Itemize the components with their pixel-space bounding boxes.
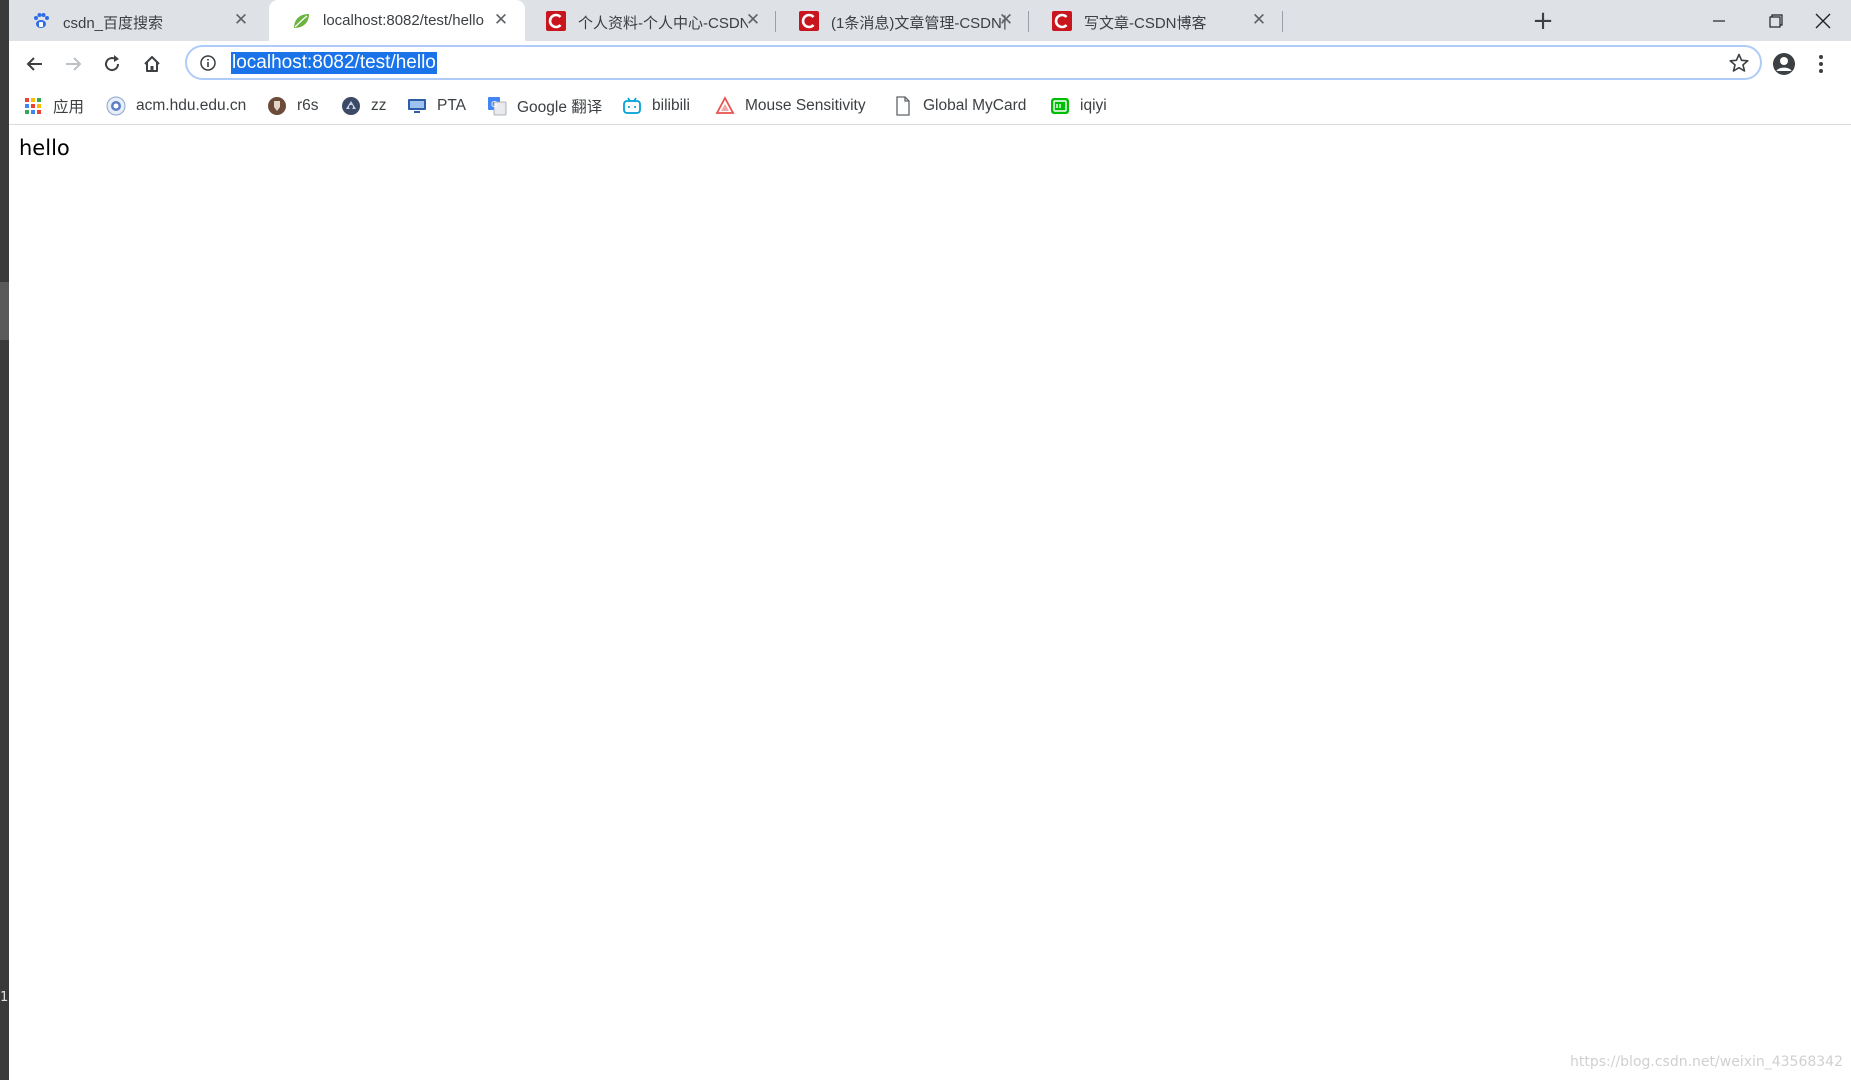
- tab-csdn-articles[interactable]: (1条消息)文章管理-CSDN博客 ✕: [777, 0, 1030, 41]
- bookmark-label: Global MyCard: [923, 97, 1027, 114]
- tab-title: csdn_百度搜索: [63, 15, 164, 32]
- bookmark-acm-hdu[interactable]: acm.hdu.edu.cn: [106, 94, 246, 118]
- bookmark-label: bilibili: [652, 97, 690, 114]
- apps-grid-icon: [23, 96, 43, 116]
- bookmark-global-mycard[interactable]: Global MyCard: [893, 94, 1026, 118]
- tab-separator: [1028, 11, 1029, 32]
- tab-close-icon[interactable]: ✕: [1249, 10, 1269, 30]
- bookmark-label: Google 翻译: [517, 99, 603, 116]
- bookmark-zz[interactable]: zz: [341, 94, 387, 118]
- site-info-icon[interactable]: [199, 54, 217, 72]
- left-edge-scroll-thumb: [0, 282, 9, 340]
- bookmark-label: 应用: [53, 99, 85, 116]
- tab-close-icon[interactable]: ✕: [996, 10, 1016, 30]
- menu-dots-icon[interactable]: [1815, 52, 1827, 76]
- csdn-c-icon: [1052, 11, 1072, 31]
- page-body-text: hello: [19, 136, 70, 160]
- tab-title: (1条消息)文章管理-CSDN博客: [831, 15, 1006, 32]
- mouse-sensitivity-icon: [715, 96, 735, 116]
- profile-avatar-icon[interactable]: [1772, 52, 1796, 76]
- tab-csdn-profile[interactable]: 个人资料-个人中心-CSDN ✕: [524, 0, 777, 41]
- bookmark-label: r6s: [297, 97, 319, 114]
- tab-close-icon[interactable]: ✕: [491, 10, 511, 30]
- bookmark-star-icon[interactable]: [1728, 52, 1750, 74]
- page-content: hello https://blog.csdn.net/weixin_43568…: [9, 126, 1851, 1080]
- csdn-c-icon: [799, 11, 819, 31]
- bookmark-mouse-sensitivity[interactable]: Mouse Sensitivity: [715, 94, 866, 118]
- bookmark-apps[interactable]: 应用: [23, 94, 84, 118]
- page-icon: [893, 96, 913, 116]
- bookmark-label: acm.hdu.edu.cn: [136, 97, 247, 114]
- zz-globe-icon: [341, 96, 361, 116]
- minimize-window-icon[interactable]: [1690, 0, 1747, 41]
- hdu-logo-icon: [106, 96, 126, 116]
- iqiyi-icon: [1050, 96, 1070, 116]
- bookmark-label: iqiyi: [1080, 97, 1107, 114]
- tab-strip: csdn_百度搜索 ✕ localhost:8082/test/hello ✕ …: [9, 0, 1851, 41]
- tab-title: 个人资料-个人中心-CSDN: [578, 15, 748, 32]
- new-tab-plus-icon[interactable]: +: [1529, 7, 1557, 35]
- bookmark-bilibili[interactable]: bilibili: [622, 94, 690, 118]
- google-translate-icon: G: [487, 96, 507, 116]
- close-window-icon[interactable]: [1794, 0, 1851, 41]
- left-window-edge: 1: [0, 0, 9, 1080]
- navigation-toolbar: localhost:8082/test/hello: [9, 41, 1851, 87]
- tab-title: 写文章-CSDN博客: [1084, 15, 1207, 32]
- home-icon[interactable]: [138, 50, 166, 78]
- bookmark-google-translate[interactable]: G Google 翻译: [487, 94, 602, 118]
- watermark-text: https://blog.csdn.net/weixin_43568342: [1569, 1054, 1843, 1070]
- bookmarks-bar: 应用 acm.hdu.edu.cn r6s zz PTA G Google 翻译…: [9, 87, 1851, 125]
- bilibili-tv-icon: [622, 96, 642, 116]
- svg-text:G: G: [491, 100, 497, 109]
- tab-separator: [775, 11, 776, 32]
- bookmark-r6s[interactable]: r6s: [267, 94, 319, 118]
- r6s-shield-icon: [267, 96, 287, 116]
- tab-close-icon[interactable]: ✕: [231, 10, 251, 30]
- bookmark-pta[interactable]: PTA: [407, 94, 466, 118]
- browser-window: csdn_百度搜索 ✕ localhost:8082/test/hello ✕ …: [9, 0, 1851, 1080]
- url-text-selected[interactable]: localhost:8082/test/hello: [231, 52, 437, 74]
- csdn-c-icon: [546, 11, 566, 31]
- tab-baidu-search[interactable]: csdn_百度搜索 ✕: [9, 0, 265, 41]
- tab-csdn-write[interactable]: 写文章-CSDN博客 ✕: [1030, 0, 1283, 41]
- spring-leaf-icon: [291, 11, 311, 31]
- tab-close-icon[interactable]: ✕: [743, 10, 763, 30]
- forward-arrow-icon[interactable]: [59, 50, 87, 78]
- reload-icon[interactable]: [98, 50, 126, 78]
- bookmark-iqiyi[interactable]: iqiyi: [1050, 94, 1107, 118]
- bookmark-label: zz: [371, 97, 387, 114]
- address-bar[interactable]: localhost:8082/test/hello: [185, 45, 1762, 80]
- tab-title: localhost:8082/test/hello: [323, 12, 484, 29]
- bookmark-label: Mouse Sensitivity: [745, 97, 866, 114]
- pta-monitor-icon: [407, 96, 427, 116]
- left-edge-digit: 1: [0, 990, 9, 1005]
- baidu-paw-icon: [31, 11, 51, 31]
- back-arrow-icon[interactable]: [21, 50, 49, 78]
- tab-localhost-hello[interactable]: localhost:8082/test/hello ✕: [269, 0, 525, 41]
- bookmark-label: PTA: [437, 97, 466, 114]
- tab-separator: [1282, 11, 1283, 32]
